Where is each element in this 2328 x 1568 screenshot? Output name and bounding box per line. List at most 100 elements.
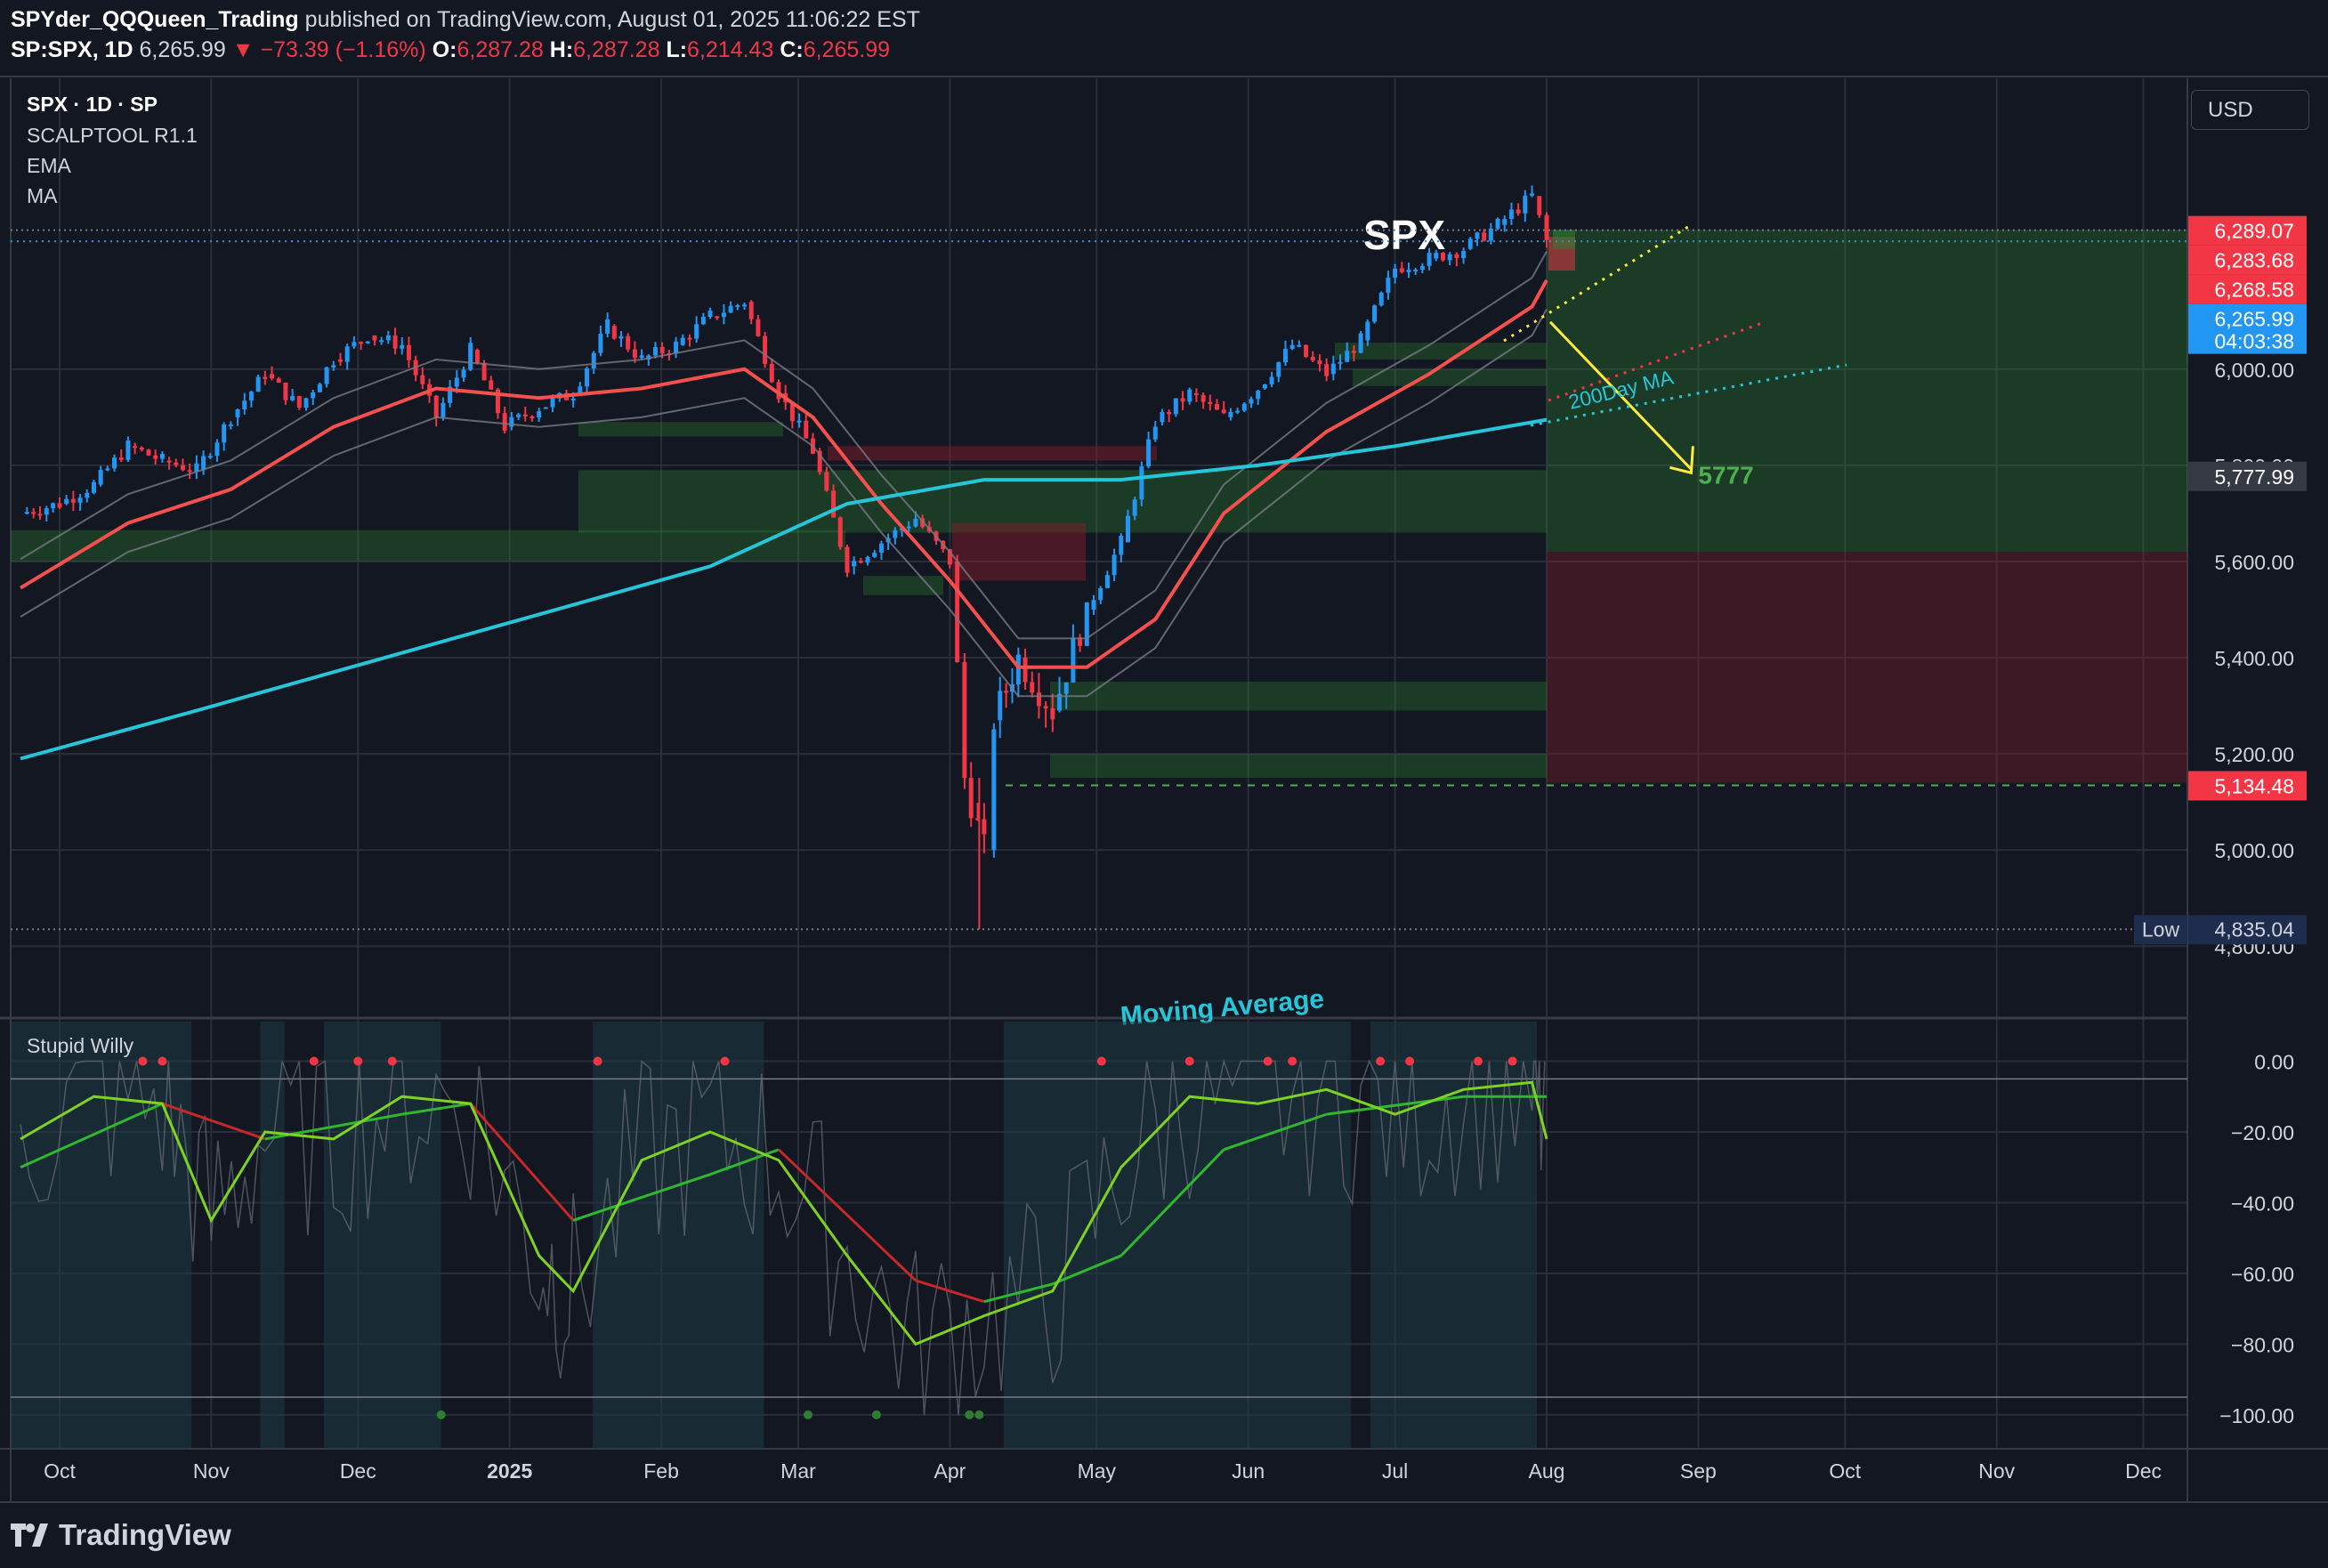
candle-body: [1241, 403, 1247, 411]
candle-body: [1297, 344, 1302, 347]
candle-body: [85, 492, 90, 498]
tradingview-brand: TradingView: [59, 1518, 231, 1551]
candle-body: [57, 503, 62, 508]
candle-body: [1310, 357, 1315, 361]
candle-body: [242, 400, 247, 410]
candle-body: [1461, 251, 1467, 258]
candle-body: [1345, 351, 1350, 362]
candle-body: [283, 383, 288, 400]
candle-body: [98, 469, 103, 485]
candle-body: [502, 413, 507, 432]
tradingview-logo[interactable]: TradingView: [11, 1513, 231, 1557]
candle-body: [578, 386, 583, 393]
candle-body: [454, 377, 459, 387]
candle-body: [865, 556, 870, 563]
candle-body: [845, 546, 850, 573]
candle-body: [1228, 411, 1233, 417]
candle-body: [1330, 363, 1336, 375]
candle-body: [1063, 682, 1069, 694]
candle-body: [605, 319, 610, 335]
candle-body: [1235, 410, 1241, 413]
candle-body: [31, 512, 36, 514]
candle-body: [1139, 466, 1144, 500]
candle-body: [406, 344, 411, 360]
candle-body: [228, 424, 233, 426]
candle-body: [1187, 389, 1192, 402]
legend-symbol[interactable]: SPX · 1D · SP: [27, 93, 158, 117]
candle-body: [1036, 692, 1041, 707]
time-tick-label: Sep: [1680, 1459, 1717, 1483]
candle-body: [441, 402, 446, 417]
candle-body: [303, 398, 309, 408]
candle-body: [804, 420, 809, 439]
candle-body: [133, 446, 138, 449]
candle-body: [1502, 219, 1508, 225]
candle-body: [24, 512, 29, 514]
demand-zone: [1335, 343, 1547, 360]
oversold-dot: [803, 1410, 812, 1419]
candle-body: [991, 729, 997, 851]
price-tick-label: 5,600.00: [2214, 551, 2294, 574]
candle-body: [618, 335, 624, 339]
candle-body: [324, 367, 329, 384]
oscillator-tick-label: 0.00: [2254, 1051, 2294, 1074]
candle-body: [276, 378, 281, 384]
candle-body: [913, 518, 918, 527]
candle-body: [263, 376, 268, 379]
candle-body: [153, 455, 158, 459]
candle-body: [1372, 305, 1378, 322]
time-tick-label: Jul: [1382, 1459, 1408, 1483]
time-tick-label: Oct: [44, 1459, 76, 1483]
countdown-label: 04:03:38: [2214, 330, 2294, 353]
time-axis[interactable]: Oct Nov Dec 2025 Feb Mar Apr May Jun Jul Aug Sep Oct…: [44, 1459, 2162, 1483]
supply-zone: [828, 446, 1157, 461]
legend-ma[interactable]: MA: [27, 184, 58, 208]
legend-oscillator[interactable]: Stupid Willy: [27, 1034, 133, 1058]
candle-body: [852, 561, 857, 567]
legend-ema[interactable]: EMA: [27, 154, 71, 178]
candle-body: [159, 454, 165, 459]
candle-body: [125, 440, 131, 460]
candle-body: [1523, 195, 1528, 214]
candle-body: [694, 324, 699, 339]
candle-body: [1119, 536, 1124, 555]
candle-body: [51, 503, 56, 509]
candle-body: [1304, 344, 1309, 358]
candle-body: [537, 411, 542, 418]
candle-body: [1482, 232, 1487, 241]
legend-scalptool[interactable]: SCALPTOOL R1.1: [27, 124, 198, 148]
candle-body: [1419, 265, 1425, 270]
chart-canvas[interactable]: SPX5777200Day MAMoving Average 6,000.005…: [0, 0, 2328, 1568]
currency-button[interactable]: USD: [2191, 90, 2309, 130]
candle-body: [1447, 254, 1452, 261]
bull-shade: [323, 1022, 441, 1449]
time-tick-label: Feb: [643, 1459, 679, 1483]
candle-body: [166, 460, 172, 463]
candle-body: [1146, 439, 1152, 467]
time-tick-label: 2025: [487, 1459, 532, 1483]
candle-body: [1152, 426, 1158, 440]
candle-body: [721, 312, 726, 318]
bull-shade: [593, 1022, 764, 1449]
oversold-dot: [965, 1410, 974, 1419]
overbought-dot: [353, 1056, 363, 1066]
candle-body: [270, 374, 275, 379]
time-tick-label: Nov: [193, 1459, 230, 1483]
candle-body: [1413, 269, 1419, 271]
candle-body: [481, 362, 487, 381]
candle-body: [207, 456, 213, 458]
candle-body: [1256, 391, 1261, 400]
candle-body: [1351, 351, 1356, 353]
oscillator-tick-label: −80.00: [2231, 1333, 2294, 1356]
candle-body: [235, 409, 240, 417]
low-tag-value: 4,835.04: [2214, 917, 2294, 941]
candle-body: [955, 561, 960, 663]
time-tick-label: Dec: [340, 1459, 376, 1483]
candle-body: [365, 341, 370, 344]
tradingview-logo-icon: [11, 1524, 48, 1547]
candle-body: [337, 360, 343, 362]
candle-body: [1393, 268, 1398, 278]
oscillator-tick-label: −60.00: [2231, 1263, 2294, 1286]
price-tick-label: 6,000.00: [2214, 359, 2294, 382]
candle-body: [611, 326, 617, 339]
